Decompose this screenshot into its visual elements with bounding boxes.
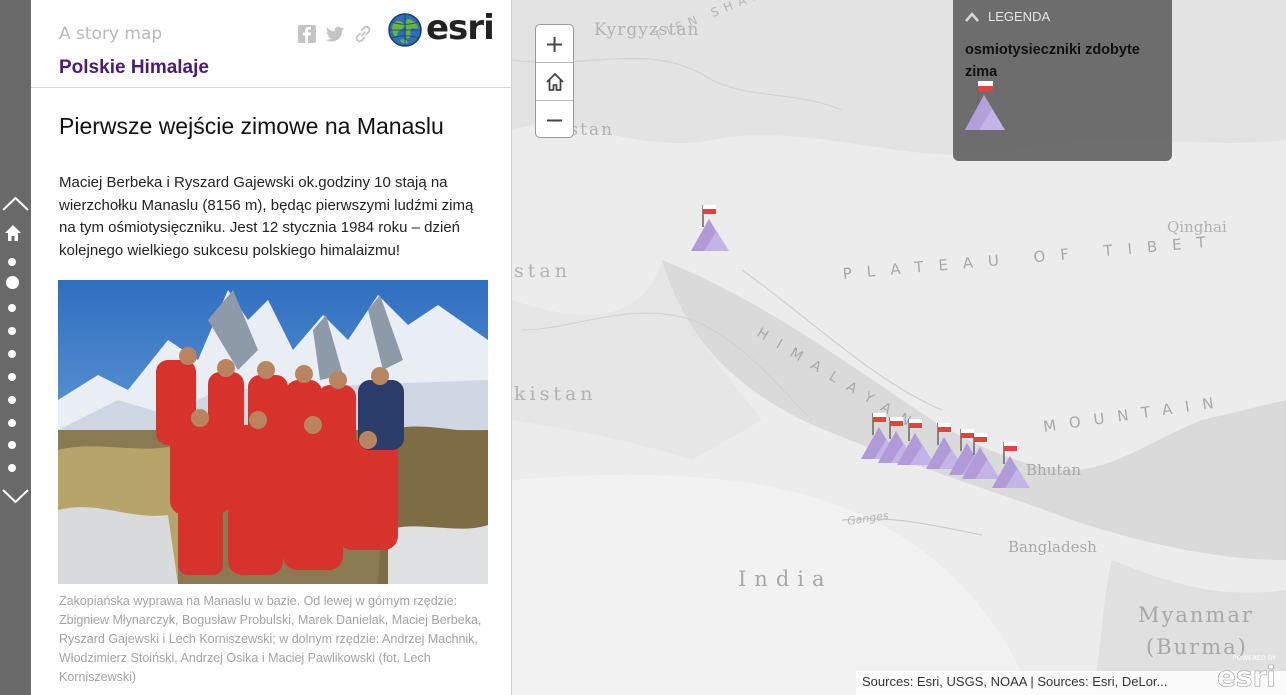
map-label-bangladesh: Bangladesh: [1008, 538, 1097, 556]
expedition-photo: [58, 280, 488, 584]
mountain-flag-icon: [965, 81, 1005, 130]
photo-caption: Zakopiańska wyprawa na Manaslu w bazie. …: [59, 594, 482, 684]
section-nav-dot[interactable]: [8, 441, 16, 449]
home-button[interactable]: [536, 63, 573, 100]
chevron-up-icon[interactable]: [1, 194, 30, 214]
map-label-kistan: kistan: [514, 383, 597, 405]
peak-marker[interactable]: [992, 440, 1032, 490]
section-nav-dot[interactable]: [8, 304, 16, 312]
section-text: Maciej Berbeka i Ryszard Gajewski ok.god…: [59, 174, 474, 259]
esri-wordmark[interactable]: esri: [426, 8, 495, 48]
series-title: Polskie Himalaje: [59, 57, 209, 78]
legend-panel: LEGENDA osmiotysieczniki zdobyte zima: [953, 0, 1172, 161]
section-nav-dot[interactable]: [8, 258, 16, 266]
section-nav-dot[interactable]: [8, 464, 16, 472]
section-title: Pierwsze wejście zimowe na Manaslu: [59, 113, 444, 139]
twitter-icon[interactable]: [325, 24, 345, 44]
chevron-down-icon[interactable]: [1, 486, 30, 506]
legend-title[interactable]: LEGENDA: [988, 9, 1050, 24]
map-label-india: India: [738, 567, 833, 591]
header-divider: [31, 87, 511, 88]
link-icon[interactable]: [353, 24, 373, 44]
section-nav-dot[interactable]: [8, 350, 16, 358]
zoom-in-button[interactable]: +: [536, 25, 573, 62]
home-icon: [545, 72, 564, 91]
tagline: A story map: [59, 24, 163, 44]
home-icon[interactable]: [4, 224, 22, 242]
esri-globe-logo: [388, 13, 422, 47]
zoom-out-button[interactable]: −: [536, 101, 573, 138]
section-nav-dot[interactable]: [8, 396, 16, 404]
collapse-caret-icon[interactable]: [965, 12, 979, 22]
facebook-icon[interactable]: [297, 24, 317, 44]
zoom-control: + −: [535, 24, 574, 138]
legend-label: osmiotysieczniki zdobyte zima: [965, 42, 1140, 80]
powered-by-esri-logo[interactable]: POWERED BY esri: [1212, 652, 1278, 690]
map-view[interactable]: Kyrgyzstan TIEN SHAN istan stan Qinghai …: [512, 0, 1286, 695]
peak-marker[interactable]: [691, 203, 731, 253]
map-label-myanmar: Myanmar: [1138, 603, 1254, 627]
map-label-bhutan: Bhutan: [1026, 461, 1081, 479]
section-nav-dot[interactable]: [8, 419, 16, 427]
story-panel: A story map esri Polskie Himalaje Pierws…: [31, 0, 512, 695]
map-label-stan: stan: [514, 260, 571, 282]
section-nav-dot[interactable]: [6, 276, 19, 289]
powered-by-brand: esri: [1217, 660, 1276, 690]
section-nav-dot[interactable]: [8, 327, 16, 335]
section-nav: [0, 0, 31, 695]
section-nav-dot[interactable]: [8, 373, 16, 381]
